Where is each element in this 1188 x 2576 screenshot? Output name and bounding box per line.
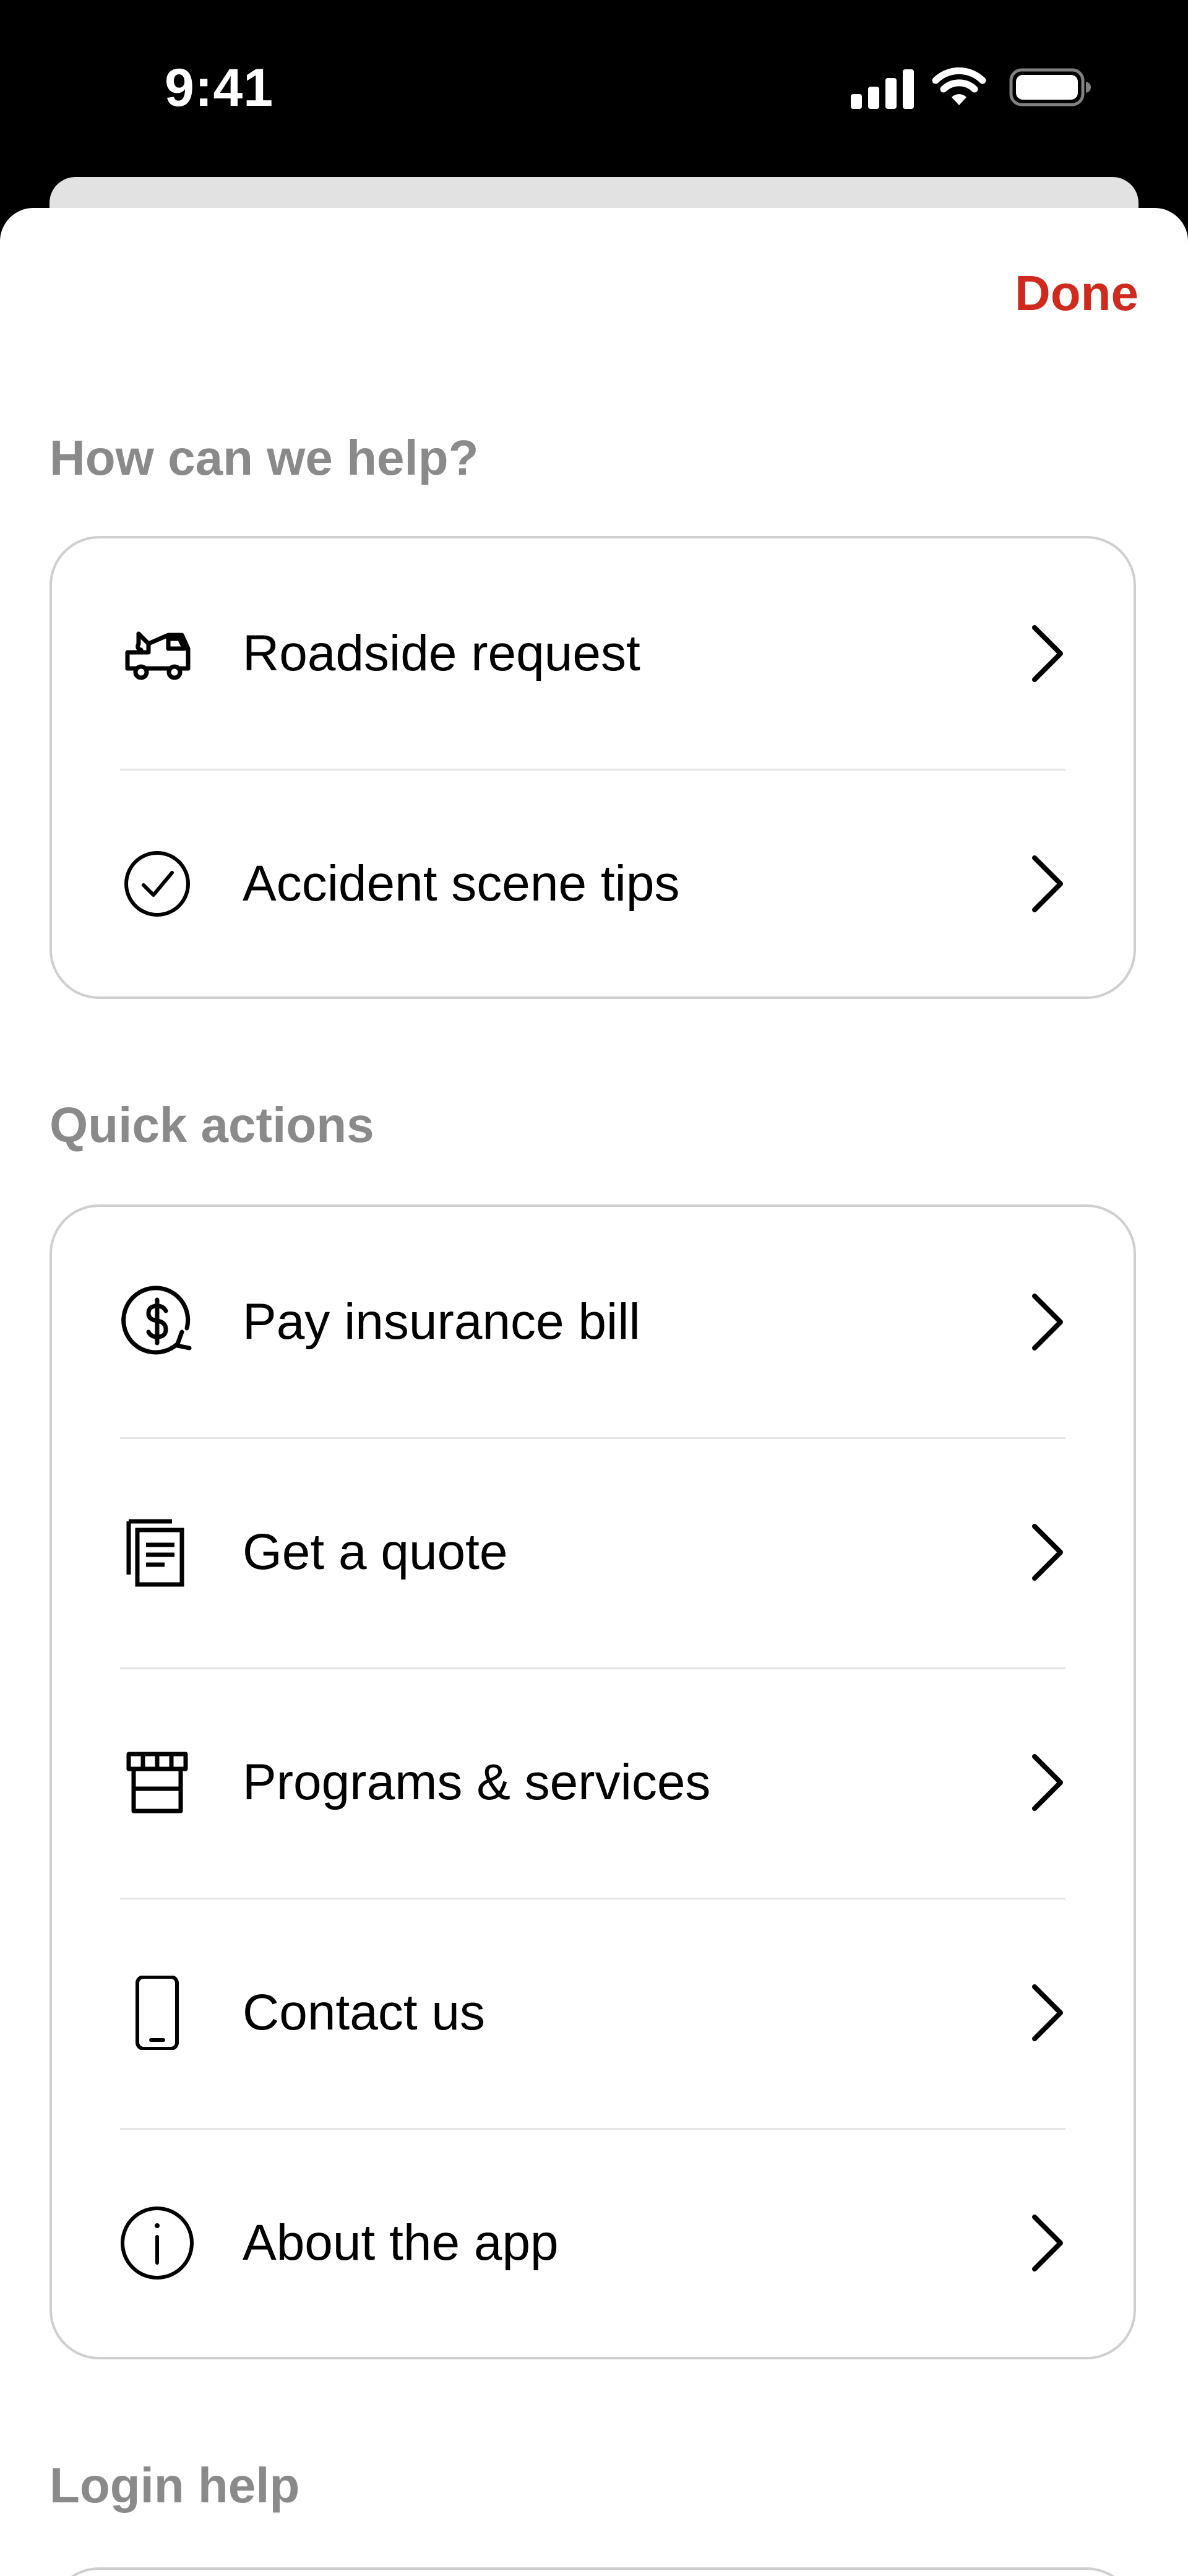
help-sheet: Done How can we help? Roadside request A… — [0, 208, 1188, 2576]
section-title-help: How can we help? — [50, 430, 479, 485]
accident-scene-tips-row[interactable]: Accident scene tips — [52, 769, 1134, 999]
chevron-right-icon — [1032, 625, 1063, 682]
get-a-quote-label: Get a quote — [243, 1524, 508, 1580]
login-help-card — [50, 2567, 1136, 2576]
wifi-icon — [932, 67, 986, 105]
programs-services-label: Programs & services — [243, 1754, 711, 1810]
chevron-right-icon — [1032, 1754, 1063, 1811]
status-bar: 9:41 — [0, 0, 1188, 179]
check-circle-icon — [124, 851, 190, 917]
programs-services-row[interactable]: Programs & services — [52, 1667, 1134, 1898]
chevron-right-icon — [1032, 1524, 1063, 1581]
battery-icon — [1009, 68, 1091, 106]
dollar-circle-icon — [121, 1286, 192, 1355]
storefront-icon — [126, 1752, 188, 1813]
roadside-request-row[interactable]: Roadside request — [52, 538, 1134, 769]
contact-us-row[interactable]: Contact us — [52, 1898, 1134, 2128]
chevron-right-icon — [1032, 855, 1063, 912]
help-card: Roadside request Accident scene tips — [50, 536, 1136, 999]
cellular-signal-icon — [851, 69, 914, 109]
accident-scene-tips-label: Accident scene tips — [243, 855, 680, 912]
done-button[interactable]: Done — [1015, 262, 1138, 324]
about-the-app-label: About the app — [243, 2215, 559, 2271]
documents-icon — [126, 1519, 184, 1587]
get-a-quote-row[interactable]: Get a quote — [52, 1437, 1134, 1667]
chevron-right-icon — [1032, 2215, 1063, 2271]
chevron-right-icon — [1032, 1984, 1063, 2041]
info-circle-icon — [121, 2206, 194, 2280]
status-icons — [851, 66, 1092, 109]
phone-icon — [136, 1976, 179, 2050]
status-time: 9:41 — [165, 58, 274, 118]
tow-truck-icon — [125, 631, 191, 680]
about-the-app-row[interactable]: About the app — [52, 2128, 1134, 2358]
pay-insurance-bill-label: Pay insurance bill — [243, 1294, 640, 1350]
roadside-request-label: Roadside request — [243, 625, 640, 681]
quick-actions-card: Pay insurance bill Get a quote Programs … — [50, 1204, 1136, 2359]
section-title-quick-actions: Quick actions — [50, 1097, 374, 1152]
contact-us-label: Contact us — [243, 1984, 485, 2041]
chevron-right-icon — [1032, 1294, 1063, 1351]
pay-insurance-bill-row[interactable]: Pay insurance bill — [52, 1207, 1134, 1437]
section-title-login-help: Login help — [50, 2458, 300, 2513]
